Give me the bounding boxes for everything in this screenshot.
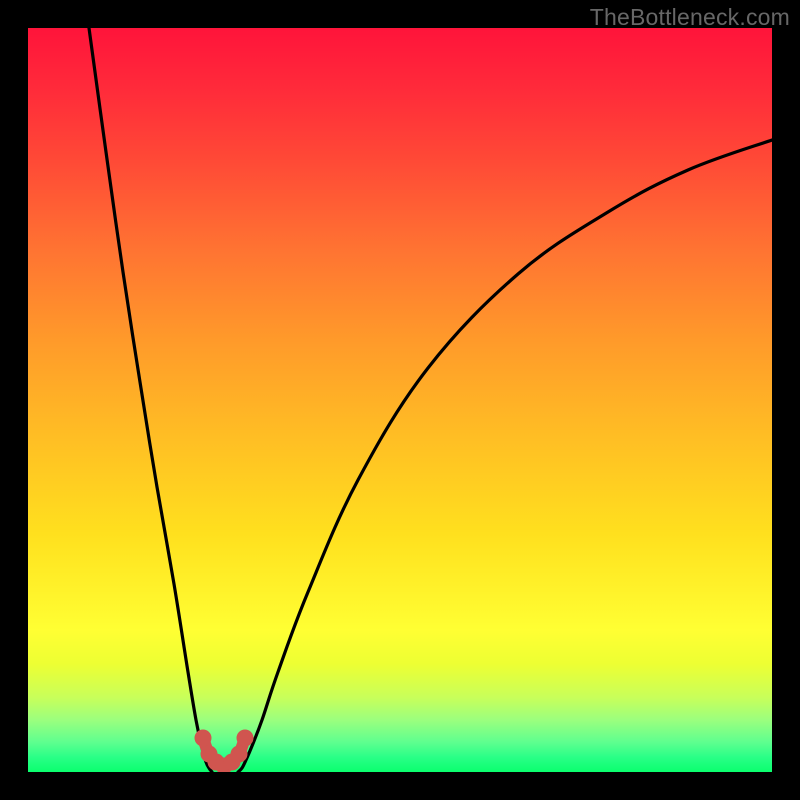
watermark-text: TheBottleneck.com bbox=[590, 4, 790, 31]
marker-dot-0 bbox=[195, 730, 212, 747]
marker-dot-6 bbox=[237, 730, 254, 747]
curve-right-curve bbox=[238, 140, 772, 772]
chart-svg bbox=[28, 28, 772, 772]
marker-dot-5 bbox=[231, 746, 248, 763]
chart-frame: TheBottleneck.com bbox=[0, 0, 800, 800]
curve-left-curve bbox=[89, 28, 212, 772]
plot-area bbox=[28, 28, 772, 772]
